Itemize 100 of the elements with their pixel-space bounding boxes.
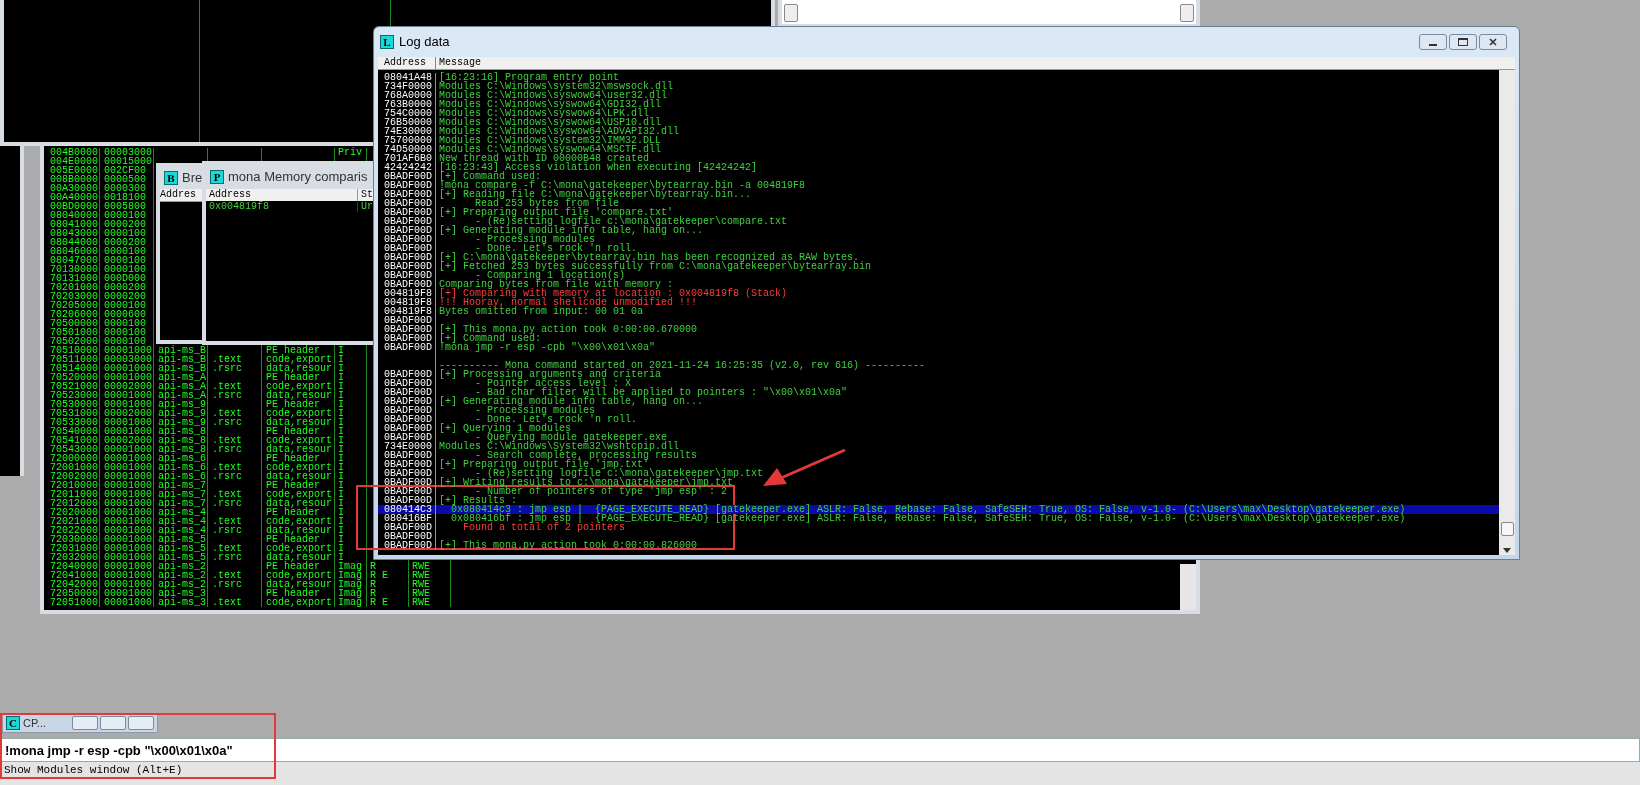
address-cell: 0BADF00D xyxy=(378,325,436,334)
minimize-button[interactable] xyxy=(1419,34,1447,50)
table-cell: api-ms_2 xyxy=(154,571,208,580)
status-bar: Show Modules window (Alt+E) xyxy=(0,762,1640,785)
table-cell: PE header xyxy=(262,427,335,436)
table-cell: data,resour xyxy=(262,364,335,373)
table-cell: api-ms_6 xyxy=(154,472,208,481)
table-cell: 00001000 xyxy=(100,481,154,490)
table-cell: 0000600 xyxy=(100,310,154,319)
table-cell: PE header xyxy=(262,589,335,598)
table-cell: I xyxy=(335,463,367,472)
log-message: [16:23:16] Program entry point xyxy=(438,73,620,82)
scrollbar-thumb-icon[interactable] xyxy=(1500,522,1514,536)
table-cell: R E xyxy=(367,571,409,580)
table-cell: I xyxy=(335,346,367,355)
table-cell: 00001000 xyxy=(100,463,154,472)
address-cell: 004819F8 xyxy=(378,298,436,307)
table-cell: I xyxy=(335,472,367,481)
address-cell: 734F0000 xyxy=(378,82,436,91)
table-cell: api-ms_5 xyxy=(154,535,208,544)
log-message: - Comparing 1 location(s) xyxy=(475,271,626,280)
address-cell: 0BADF00D xyxy=(378,424,436,433)
scroll-down-icon[interactable] xyxy=(1503,548,1511,553)
table-cell: api-ms_5 xyxy=(154,553,208,562)
table-cell: .rsrc xyxy=(208,499,262,508)
log-message: - Pointer access level : X xyxy=(475,379,632,388)
table-cell: I xyxy=(335,391,367,400)
table-cell: 0000100 xyxy=(100,337,154,346)
table-cell: 70511000 xyxy=(44,355,100,364)
table-cell: 70130000 xyxy=(44,265,100,274)
address-cell: 0BADF00D xyxy=(378,190,436,199)
table-cell: 70502000 xyxy=(44,337,100,346)
table-cell: api-ms_B xyxy=(154,355,208,364)
scrollbar[interactable] xyxy=(1499,70,1515,555)
column-header[interactable]: Address xyxy=(378,57,436,69)
close-icon[interactable] xyxy=(128,716,154,730)
table-cell: api-ms_3 xyxy=(154,598,208,607)
table-cell: I xyxy=(335,553,367,562)
address-cell: 0BADF00D xyxy=(378,460,436,469)
table-cell: 00001000 xyxy=(100,526,154,535)
table-cell: api-ms_4 xyxy=(154,508,208,517)
table-cell: 70531000 xyxy=(44,409,100,418)
scrollbar-thumb-icon[interactable] xyxy=(1180,4,1194,22)
table-cell: Priv xyxy=(335,148,367,157)
table-cell: 00003000 xyxy=(100,148,154,157)
table-cell: 70514000 xyxy=(44,364,100,373)
address-cell: 0BADF00D xyxy=(378,343,436,352)
log-message: - Processing modules xyxy=(475,235,596,244)
log-message: - (Re)setting logfile c:\mona\gatekeeper\compare.txt xyxy=(475,217,788,226)
table-cell: 70501000 xyxy=(44,328,100,337)
table-cell: 08043000 xyxy=(44,229,100,238)
table-cell: 72041000 xyxy=(44,571,100,580)
table-cell: .rsrc xyxy=(208,580,262,589)
log-message: Bytes omitted from input: 00 01 0a xyxy=(438,307,644,316)
table-cell: 00001000 xyxy=(100,364,154,373)
minimized-window[interactable]: C CP... xyxy=(2,713,158,733)
table-cell: R xyxy=(367,562,409,571)
table-cell: I xyxy=(335,481,367,490)
scrollbar-thumb-icon[interactable] xyxy=(784,4,798,22)
table-cell: I xyxy=(335,544,367,553)
column-header[interactable]: St xyxy=(358,189,373,201)
close-button[interactable] xyxy=(1479,34,1507,50)
address-cell: 76B50000 xyxy=(378,118,436,127)
restore-icon[interactable] xyxy=(72,716,98,730)
address-cell: 0BADF00D xyxy=(378,235,436,244)
table-cell: 00A30000 xyxy=(44,184,100,193)
column-header[interactable]: Message xyxy=(436,57,481,69)
table-cell: 72042000 xyxy=(44,580,100,589)
log-message: - Querying module gatekeeper.exe xyxy=(475,433,668,442)
log-message: - Done. Let's rock 'n roll. xyxy=(475,415,638,424)
table-cell: .text xyxy=(208,355,262,364)
table-cell: 70206000 xyxy=(44,310,100,319)
address-cell: 0BADF00D xyxy=(378,334,436,343)
table-cell: Imag xyxy=(335,589,367,598)
log-message: 0x080414c3 : jmp esp | {PAGE_EXECUTE_READ} [gatekeeper.exe] ASLR: False, Rebase: False, SafeSEH: True, OS: False, v-1.0- (C:\Users\max\Desktop\gatekeeper.exe) xyxy=(451,505,1406,514)
address-cell: 0BADF00D xyxy=(378,433,436,442)
table-cell: 0x004819f8 xyxy=(206,201,358,212)
maximize-button[interactable] xyxy=(1449,34,1477,50)
command-input[interactable]: !mona jmp -r esp -cpb "\x00\x01\x0a" xyxy=(0,738,1640,762)
table-cell: I xyxy=(335,409,367,418)
address-cell: 08041A48 xyxy=(378,73,436,82)
table-cell: I xyxy=(335,355,367,364)
table-cell: .rsrc xyxy=(208,391,262,400)
table-cell: 72050000 xyxy=(44,589,100,598)
table-cell: 00001000 xyxy=(100,472,154,481)
table-cell: 002CF00 xyxy=(100,166,154,175)
table-cell: I xyxy=(335,508,367,517)
table-cell: 72031000 xyxy=(44,544,100,553)
log-message: !mona compare -f C:\mona\gatekeeper\bytearray.bin -a 004819F8 xyxy=(438,181,806,190)
window-title: Log data xyxy=(399,33,450,52)
maximize-icon[interactable] xyxy=(100,716,126,730)
address-cell: 0BADF00D xyxy=(378,262,436,271)
address-cell: 0BADF00D xyxy=(378,451,436,460)
table-cell: code,export xyxy=(262,382,335,391)
table-cell: api-ms_8 xyxy=(154,427,208,436)
table-cell: PE header xyxy=(262,454,335,463)
table-cell: I xyxy=(335,382,367,391)
selected-row[interactable]: 080414C3 0x080414c3 : jmp esp | {PAGE_EXECUTE_READ} [gatekeeper.exe] ASLR: False, Rebase: False, SafeSEH: True, OS: False, v-1.0- (C:\Users\max\Desktop\gatekeeper.exe) xyxy=(378,505,1499,514)
table-cell: api-ms_2 xyxy=(154,562,208,571)
address-cell: 0BADF00D xyxy=(378,208,436,217)
